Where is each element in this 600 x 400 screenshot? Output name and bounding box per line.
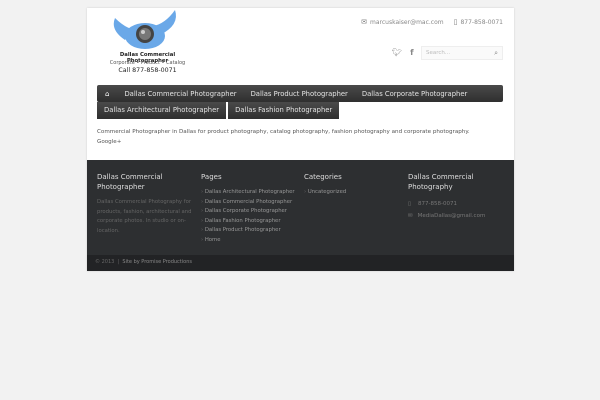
- separator: |: [117, 259, 120, 265]
- social-links: 🐦︎ f: [392, 48, 414, 57]
- search-placeholder: Search...: [426, 50, 451, 56]
- search-icon[interactable]: ⌕: [494, 49, 498, 58]
- footer-about-text: Dallas Commercial Photography for produc…: [97, 199, 192, 234]
- footer-about-title: Dallas Commercial Photographer: [97, 173, 163, 191]
- footer-contact-title: Dallas Commercial Photography: [408, 173, 474, 191]
- footer-email[interactable]: MediaDallas@gmail.com: [418, 213, 486, 219]
- main-nav: ⌂ Dallas Commercial Photographer Dallas …: [97, 85, 503, 102]
- footer-categories: Categories Uncategorized: [304, 172, 399, 198]
- footer-categories-title: Categories: [304, 173, 342, 181]
- camera-wings-icon: [113, 10, 176, 49]
- copyright: © 2013: [95, 259, 115, 265]
- intro: Commercial Photographer in Dallas for pr…: [97, 127, 470, 147]
- google-plus-link[interactable]: Google+: [97, 137, 470, 147]
- site-credit-link[interactable]: Site by Promise Productions: [122, 259, 192, 265]
- email-icon: ✉: [408, 213, 413, 219]
- footer-bottom-bar: © 2013 | Site by Promise Productions: [87, 255, 514, 271]
- twitter-icon[interactable]: 🐦︎: [392, 48, 402, 57]
- phone-icon: ▯: [453, 18, 458, 26]
- site-logo[interactable]: Dallas Commercial Photographer Corporate…: [105, 10, 190, 76]
- home-icon[interactable]: ⌂: [97, 90, 117, 98]
- nav-fashion[interactable]: Dallas Fashion Photographer: [228, 102, 340, 119]
- footer-page-link[interactable]: Dallas Product Photographer: [201, 226, 296, 236]
- footer-page-link[interactable]: Dallas Fashion Photographer: [201, 217, 296, 227]
- main-nav-row2: Dallas Architectural Photographer Dallas…: [97, 102, 341, 119]
- footer-page-link[interactable]: Dallas Commercial Photographer: [201, 198, 296, 208]
- header-contact: ✉ marcuskaiser@mac.com ▯ 877-858-0071: [361, 18, 503, 26]
- footer-about: Dallas Commercial Photographer Dallas Co…: [97, 172, 192, 236]
- nav-product[interactable]: Dallas Product Photographer: [244, 90, 355, 98]
- footer-page-link[interactable]: Dallas Corporate Photographer: [201, 207, 296, 217]
- logo-phone: Call 877-858-0071: [118, 67, 177, 74]
- facebook-icon[interactable]: f: [410, 48, 413, 57]
- nav-commercial[interactable]: Dallas Commercial Photographer: [117, 90, 243, 98]
- nav-corporate[interactable]: Dallas Corporate Photographer: [355, 90, 474, 98]
- page-container: Dallas Commercial Photographer Corporate…: [87, 8, 514, 271]
- header-email[interactable]: marcuskaiser@mac.com: [370, 19, 444, 26]
- email-icon: ✉: [361, 18, 367, 26]
- nav-architectural[interactable]: Dallas Architectural Photographer: [97, 102, 227, 119]
- footer-page-link[interactable]: Dallas Architectural Photographer: [201, 188, 296, 198]
- search-input[interactable]: Search... ⌕: [421, 46, 503, 60]
- footer: Dallas Commercial Photographer Dallas Co…: [87, 160, 514, 255]
- footer-phone: 877-858-0071: [418, 201, 457, 207]
- footer-pages: Pages Dallas Architectural Photographer …: [201, 172, 296, 246]
- footer-pages-title: Pages: [201, 173, 222, 181]
- phone-icon: ▯: [408, 201, 412, 207]
- header-phone: 877-858-0071: [460, 19, 503, 26]
- footer-page-link[interactable]: Home: [201, 236, 296, 246]
- footer-contact: Dallas Commercial Photography ▯ 877-858-0…: [408, 172, 503, 222]
- footer-category-link[interactable]: Uncategorized: [304, 188, 399, 198]
- logo-tagline: Corporate • Product • Catalog: [109, 60, 186, 66]
- intro-text: Commercial Photographer in Dallas for pr…: [97, 129, 470, 135]
